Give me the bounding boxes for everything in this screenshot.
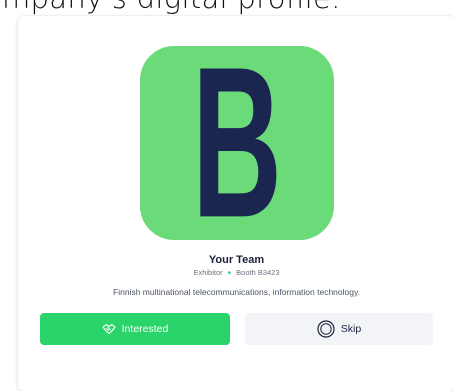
company-logo-graphic: B: [140, 46, 334, 240]
team-name: Your Team: [208, 254, 265, 266]
profile-card: B Your Team Exhibitor • Booth B3423 Finnis…: [18, 16, 453, 391]
interested-button[interactable]: Interested: [40, 313, 230, 345]
company-logo: B: [140, 46, 334, 240]
interested-button-label: Interested: [121, 323, 169, 335]
skip-circle-icon: [317, 320, 335, 338]
meta-separator-dot: •: [227, 268, 232, 279]
exhibitor-role: Exhibitor: [193, 268, 223, 277]
page-heading: mpany's digital profile.: [0, 0, 453, 16]
skip-button-label: Skip: [340, 323, 362, 335]
booth-number: Booth B3423: [236, 268, 280, 277]
handshake-icon: [102, 323, 116, 335]
skip-button[interactable]: Skip: [245, 313, 433, 345]
exhibitor-meta: Exhibitor • Booth B3423: [18, 267, 453, 279]
company-logo-letter: B: [192, 46, 282, 240]
company-description: Finnish multinational telecommunications…: [113, 287, 360, 297]
